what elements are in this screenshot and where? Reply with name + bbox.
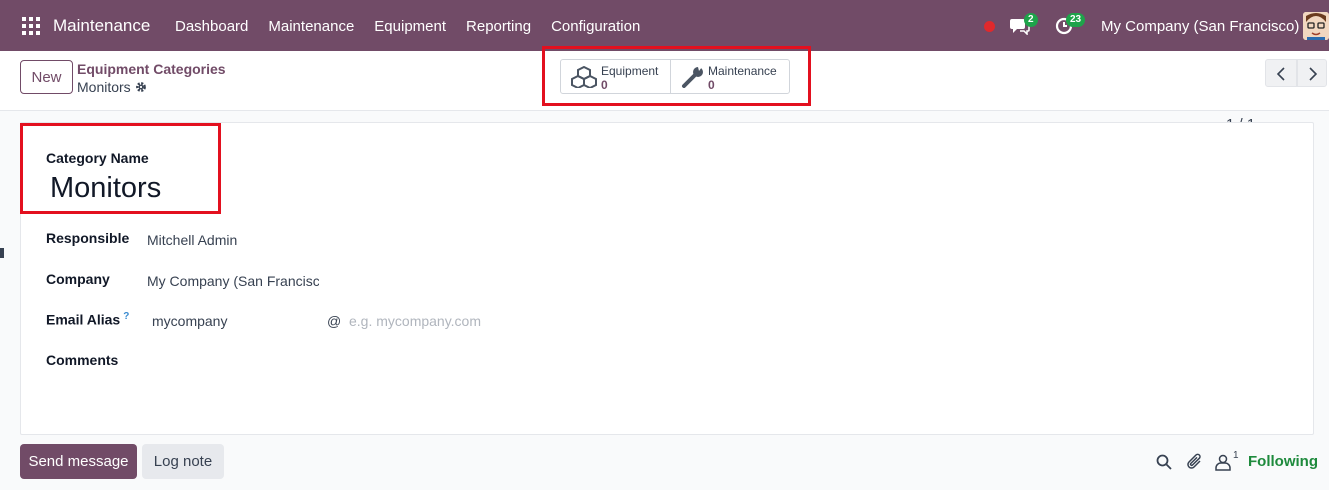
email-at-sign: @	[327, 313, 342, 329]
record-indicator-icon[interactable]	[984, 21, 995, 32]
app-name[interactable]: Maintenance	[53, 16, 150, 36]
email-domain-field[interactable]: e.g. mycompany.com	[349, 313, 481, 329]
search-icon[interactable]	[1155, 453, 1173, 471]
chat-count-badge: 2	[1024, 13, 1038, 27]
followers-icon[interactable]	[1214, 453, 1232, 471]
breadcrumb-current: Monitors	[77, 79, 147, 95]
gear-icon[interactable]	[135, 81, 147, 93]
user-face-icon	[1303, 12, 1329, 40]
menu-equipment[interactable]: Equipment	[374, 18, 446, 35]
chevron-left-icon	[1276, 67, 1285, 81]
menu-configuration[interactable]: Configuration	[551, 18, 640, 35]
chevron-right-icon	[1309, 67, 1318, 81]
company-switcher[interactable]: My Company (San Francisco)	[1101, 18, 1299, 35]
send-message-button[interactable]: Send message	[20, 444, 137, 479]
edge-mark	[0, 248, 4, 258]
menu-dashboard[interactable]: Dashboard	[175, 18, 248, 35]
category-name-label: Category Name	[46, 150, 149, 166]
pager-previous-button[interactable]	[1265, 59, 1297, 87]
email-alias-label: Email Alias?	[46, 311, 129, 328]
category-name-input[interactable]: Monitors	[50, 172, 161, 205]
company-label: Company	[46, 271, 110, 287]
apps-menu-icon[interactable]	[22, 17, 40, 35]
company-field[interactable]: My Company (San Francisco)	[147, 273, 319, 289]
help-tooltip-icon[interactable]: ?	[123, 311, 129, 322]
breadcrumb-parent-link[interactable]: Equipment Categories	[77, 61, 226, 77]
following-button[interactable]: Following	[1248, 453, 1318, 470]
smart-buttons-highlight	[542, 46, 811, 106]
email-alias-label-text: Email Alias	[46, 311, 121, 328]
comments-label: Comments	[46, 352, 119, 368]
paperclip-icon[interactable]	[1186, 453, 1204, 471]
breadcrumb-current-label: Monitors	[77, 79, 131, 95]
menu-maintenance[interactable]: Maintenance	[268, 18, 354, 35]
menu-reporting[interactable]: Reporting	[466, 18, 531, 35]
responsible-label: Responsible	[46, 230, 130, 246]
top-navbar: Maintenance Dashboard Maintenance Equipm…	[0, 0, 1329, 51]
pager-next-button[interactable]	[1297, 59, 1327, 87]
responsible-field[interactable]: Mitchell Admin	[147, 232, 237, 248]
new-button[interactable]: New	[20, 60, 73, 94]
user-avatar[interactable]	[1303, 12, 1329, 40]
activity-count-badge: 23	[1066, 13, 1086, 27]
log-note-button[interactable]: Log note	[142, 444, 224, 479]
followers-count: 1	[1233, 450, 1239, 461]
email-alias-field[interactable]: mycompany	[152, 313, 227, 329]
main-menu: Dashboard Maintenance Equipment Reportin…	[175, 18, 660, 35]
